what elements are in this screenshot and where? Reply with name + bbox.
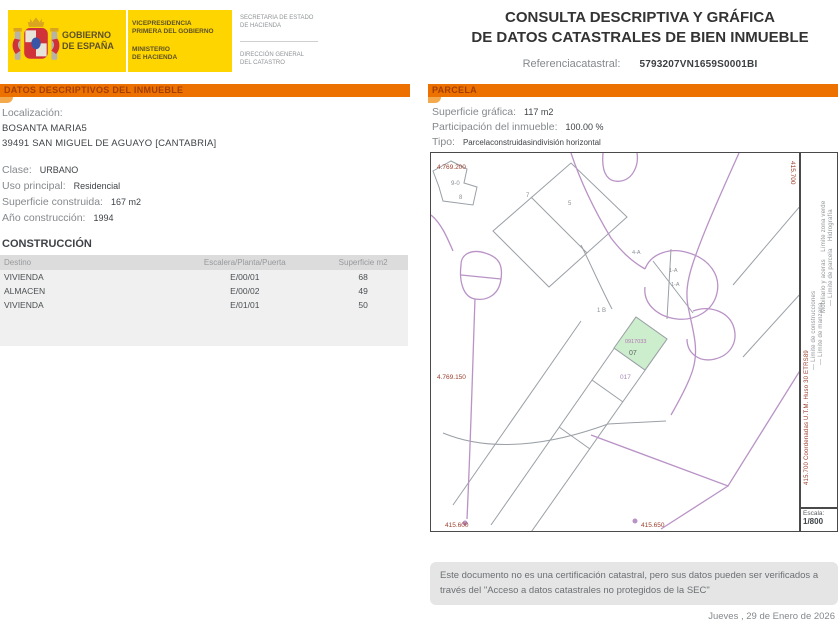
col-destino: Destino [0, 255, 172, 270]
field-ano-construccion: Año construcción: 1994 [2, 212, 114, 224]
section-bar-curl [428, 97, 441, 103]
table-row: VIVIENDA E/01/01 50 [0, 298, 408, 312]
parcela-section: PARCELA Superficie gráfica: 117 m2 Partic… [428, 84, 838, 151]
col-escalera-planta-puerta: Escalera/Planta/Puerta [171, 255, 319, 270]
address-line-2: 39491 SAN MIGUEL DE AGUAYO [CANTABRIA] [2, 138, 217, 149]
plot-label: 8 [459, 195, 463, 201]
coord-label-s: 415.650 [641, 522, 665, 529]
construccion-title: CONSTRUCCIÓN [2, 238, 92, 250]
plot-label: 4-A [632, 250, 641, 256]
neighbor-parcel-number: 017 [620, 374, 631, 381]
map-scale: Escala: 1/800 [800, 508, 838, 532]
disclaimer-note: Este documento no es una certificación c… [430, 562, 838, 606]
localizacion-label: Localización: [2, 107, 63, 119]
parcela-section-bar: PARCELA [428, 84, 838, 103]
coord-label-e: 415.700 [789, 161, 796, 185]
col-superficie-m2: Superficie m2 [318, 255, 408, 270]
field-tipo: Tipo: Parcelaconstruidasindivisión horizo… [432, 136, 601, 148]
reference-value: 5793207VN1659S0001BI [639, 58, 758, 70]
construccion-header-row: Destino Escalera/Planta/Puerta Superfici… [0, 255, 408, 270]
construccion-table: Destino Escalera/Planta/Puerta Superfici… [0, 255, 408, 312]
address-line-1: BOSANTA MARIA5 [2, 123, 87, 134]
secretary-block: SECRETARIA DE ESTADO DE HACIENDA DIRECCI… [236, 10, 322, 72]
ministry-block: VICEPRESIDENCIA PRIMERA DEL GOBIERNO MIN… [132, 19, 214, 61]
inmueble-fields: Clase: URBANO Uso principal: Residencial S… [0, 164, 410, 224]
plot-label: 7 [526, 193, 530, 199]
scale-value: 1/800 [803, 517, 824, 526]
parcela-fields: Superficie gráfica: 117 m2 Participación … [428, 106, 838, 148]
map-legend: — Límite de parcela Hidrografía Mobiliar… [800, 152, 838, 508]
coord-label-w: 4.769.150 [437, 374, 466, 381]
section-bar-curl [0, 97, 13, 103]
plot-label: 9-0 [451, 181, 460, 187]
government-header: GOBIERNO DE ESPAÑA VICEPRESIDENCIA PRIME… [8, 10, 232, 72]
field-superficie-grafica: Superficie gráfica: 117 m2 [432, 106, 554, 118]
header-divider [126, 10, 128, 72]
cadastral-map-drawing: 4.769.200 4.769.150 415.600 415.650 415.… [430, 152, 802, 546]
legend-limite-manzana: — Límite de manzana [818, 302, 824, 366]
legend-limite-parcela: — Límite de parcela Hidrografía [828, 209, 834, 306]
secretary-divider [240, 40, 318, 42]
coord-label-nw: 4.769.200 [437, 164, 466, 171]
field-superficie-construida: Superficie construida: 167 m2 [2, 196, 142, 208]
plot-label: 5 [568, 201, 572, 207]
gobierno-de-espana-label: GOBIERNO DE ESPAÑA [62, 30, 114, 51]
document-date: Jueves , 29 de Enero de 2026 [708, 611, 835, 622]
table-row: ALMACEN E/00/02 49 [0, 284, 408, 298]
table-empty-area [0, 312, 408, 346]
legend-limite-construcciones: — Límite de construcciones [811, 290, 817, 370]
parcel-number: 07 [629, 350, 637, 357]
spain-coat-of-arms-icon [12, 17, 60, 60]
cadastral-map: 4.769.200 4.769.150 415.600 415.650 415.… [430, 152, 802, 546]
field-clase: Clase: URBANO [2, 164, 79, 176]
legend-utm-note: 415.700 Coordenadas U.T.M. Huso 30 ETRS8… [804, 350, 810, 485]
scale-label: Escala: [803, 510, 825, 517]
coord-label-sw: 415.600 [445, 522, 469, 529]
field-participacion: Participación del inmueble: 100.00 % [432, 121, 604, 133]
parcela-section-title: PARCELA [432, 85, 477, 95]
plot-label: 1-A [671, 282, 680, 288]
table-row: VIVIENDA E/00/01 68 [0, 270, 408, 284]
reference-label: Referenciacatastral: [522, 57, 621, 70]
inmueble-section-title: DATOS DESCRIPTIVOS DEL INMUEBLE [4, 85, 184, 95]
title-line-2: DE DATOS CATASTRALES DE BIEN INMUEBLE [471, 29, 809, 47]
green-parcel-code: 0917033 [625, 339, 646, 345]
document-title: CONSULTA DESCRIPTIVA Y GRÁFICA DE DATOS … [450, 8, 830, 70]
title-line-1: CONSULTA DESCRIPTIVA Y GRÁFICA [504, 9, 775, 26]
cadastral-reference: Referenciacatastral: 5793207VN1659S0001B… [450, 58, 830, 70]
field-uso-principal: Uso principal: Residencial [2, 180, 121, 192]
plot-label: 1 B [597, 308, 606, 314]
legend-mobiliario: Mobiliario y aceras Límite zona verde [821, 200, 827, 313]
plot-label: 1-A [669, 268, 678, 274]
cadastral-document-page: GOBIERNO DE ESPAÑA VICEPRESIDENCIA PRIME… [0, 0, 840, 630]
inmueble-section-bar: DATOS DESCRIPTIVOS DEL INMUEBLE [0, 84, 410, 103]
inmueble-section: DATOS DESCRIPTIVOS DEL INMUEBLE Localiza… [0, 84, 410, 346]
